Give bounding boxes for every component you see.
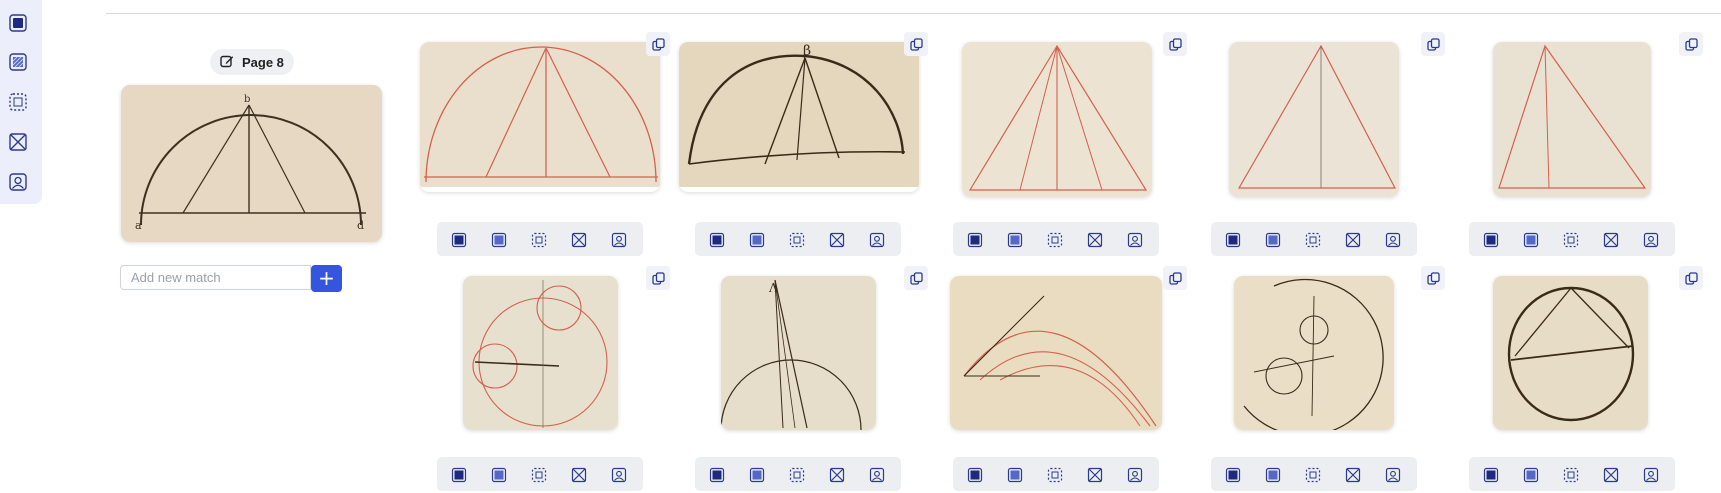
- match-image[interactable]: [420, 42, 660, 192]
- match-action-bar: [1211, 222, 1417, 256]
- crossed-square-icon[interactable]: [829, 467, 845, 483]
- dashed-square-icon[interactable]: [531, 467, 547, 483]
- match-action-bar: [953, 222, 1159, 256]
- dashed-square-icon[interactable]: [1047, 467, 1063, 483]
- dashed-square-icon[interactable]: [1305, 467, 1321, 483]
- copy-icon[interactable]: [1163, 266, 1187, 290]
- svg-text:Λ: Λ: [768, 281, 778, 295]
- hatched-square-icon[interactable]: [1007, 232, 1023, 248]
- filled-square-icon[interactable]: [451, 467, 467, 483]
- match-action-bar: [695, 457, 901, 491]
- copy-icon[interactable]: [646, 266, 670, 290]
- dashed-square-icon[interactable]: [531, 232, 547, 248]
- person-square-icon[interactable]: [611, 232, 627, 248]
- copy-icon[interactable]: [1421, 32, 1445, 56]
- crossed-square-icon[interactable]: [1087, 467, 1103, 483]
- person-square-icon[interactable]: [1385, 467, 1401, 483]
- match-image[interactable]: [962, 42, 1152, 197]
- svg-text:b: b: [244, 94, 250, 105]
- match-action-bar: [953, 457, 1159, 491]
- copy-icon[interactable]: [646, 32, 670, 56]
- person-square-icon[interactable]: [611, 467, 627, 483]
- top-divider: [106, 13, 1721, 14]
- dashed-square-icon[interactable]: [7, 91, 29, 113]
- crossed-square-icon[interactable]: [571, 467, 587, 483]
- filled-square-icon[interactable]: [709, 232, 725, 248]
- hatched-square-icon[interactable]: [1007, 467, 1023, 483]
- match-image[interactable]: [950, 276, 1162, 430]
- copy-icon[interactable]: [1679, 32, 1703, 56]
- filled-square-icon[interactable]: [7, 12, 29, 34]
- copy-icon[interactable]: [1679, 266, 1703, 290]
- match-image[interactable]: [1493, 42, 1651, 197]
- svg-text:a: a: [135, 219, 142, 232]
- person-square-icon[interactable]: [7, 171, 29, 193]
- filled-square-icon[interactable]: [1225, 232, 1241, 248]
- edit-icon: [220, 54, 234, 71]
- mode-toolbar: [0, 0, 42, 204]
- match-action-bar: [695, 222, 901, 256]
- person-square-icon[interactable]: [1127, 467, 1143, 483]
- filled-square-icon[interactable]: [967, 232, 983, 248]
- dashed-square-icon[interactable]: [1305, 232, 1321, 248]
- filled-square-icon[interactable]: [709, 467, 725, 483]
- person-square-icon[interactable]: [1643, 232, 1659, 248]
- dashed-square-icon[interactable]: [789, 467, 805, 483]
- hatched-square-icon[interactable]: [7, 51, 29, 73]
- filled-square-icon[interactable]: [451, 232, 467, 248]
- hatched-square-icon[interactable]: [749, 232, 765, 248]
- dashed-square-icon[interactable]: [789, 232, 805, 248]
- filled-square-icon[interactable]: [1225, 467, 1241, 483]
- copy-icon[interactable]: [1163, 32, 1187, 56]
- crossed-square-icon[interactable]: [571, 232, 587, 248]
- hatched-square-icon[interactable]: [1523, 467, 1539, 483]
- crossed-square-icon[interactable]: [1603, 232, 1619, 248]
- crossed-square-icon[interactable]: [829, 232, 845, 248]
- page-label-pill[interactable]: Page 8: [210, 49, 294, 75]
- hatched-square-icon[interactable]: [749, 467, 765, 483]
- filled-square-icon[interactable]: [1483, 232, 1499, 248]
- filled-square-icon[interactable]: [967, 467, 983, 483]
- copy-icon[interactable]: [904, 266, 928, 290]
- dashed-square-icon[interactable]: [1563, 232, 1579, 248]
- dashed-square-icon[interactable]: [1563, 467, 1579, 483]
- match-action-bar: [437, 457, 643, 491]
- match-action-bar: [1211, 457, 1417, 491]
- add-match-button[interactable]: +: [311, 265, 342, 292]
- copy-icon[interactable]: [904, 32, 928, 56]
- hatched-square-icon[interactable]: [1523, 232, 1539, 248]
- crossed-square-icon[interactable]: [1087, 232, 1103, 248]
- person-square-icon[interactable]: [869, 467, 885, 483]
- person-square-icon[interactable]: [869, 232, 885, 248]
- match-action-bar: [437, 222, 643, 256]
- filled-square-icon[interactable]: [1483, 467, 1499, 483]
- person-square-icon[interactable]: [1127, 232, 1143, 248]
- match-action-bar: [1469, 457, 1675, 491]
- match-image[interactable]: [1493, 276, 1648, 430]
- hatched-square-icon[interactable]: [1265, 467, 1281, 483]
- match-image[interactable]: [1234, 276, 1394, 430]
- dashed-square-icon[interactable]: [1047, 232, 1063, 248]
- svg-text:d: d: [357, 219, 364, 232]
- match-image[interactable]: β: [679, 42, 919, 192]
- add-match-input[interactable]: [120, 265, 311, 290]
- hatched-square-icon[interactable]: [491, 467, 507, 483]
- crossed-square-icon[interactable]: [1345, 232, 1361, 248]
- person-square-icon[interactable]: [1643, 467, 1659, 483]
- svg-text:β: β: [803, 43, 811, 59]
- match-image[interactable]: [463, 276, 618, 430]
- query-image[interactable]: b a d: [121, 85, 382, 242]
- match-image[interactable]: Λ: [721, 276, 876, 430]
- person-square-icon[interactable]: [1385, 232, 1401, 248]
- match-action-bar: [1469, 222, 1675, 256]
- page-label: Page 8: [242, 54, 284, 70]
- crossed-square-icon[interactable]: [1345, 467, 1361, 483]
- copy-icon[interactable]: [1421, 266, 1445, 290]
- match-image[interactable]: [1229, 42, 1399, 197]
- crossed-square-icon[interactable]: [7, 131, 29, 153]
- crossed-square-icon[interactable]: [1603, 467, 1619, 483]
- hatched-square-icon[interactable]: [1265, 232, 1281, 248]
- hatched-square-icon[interactable]: [491, 232, 507, 248]
